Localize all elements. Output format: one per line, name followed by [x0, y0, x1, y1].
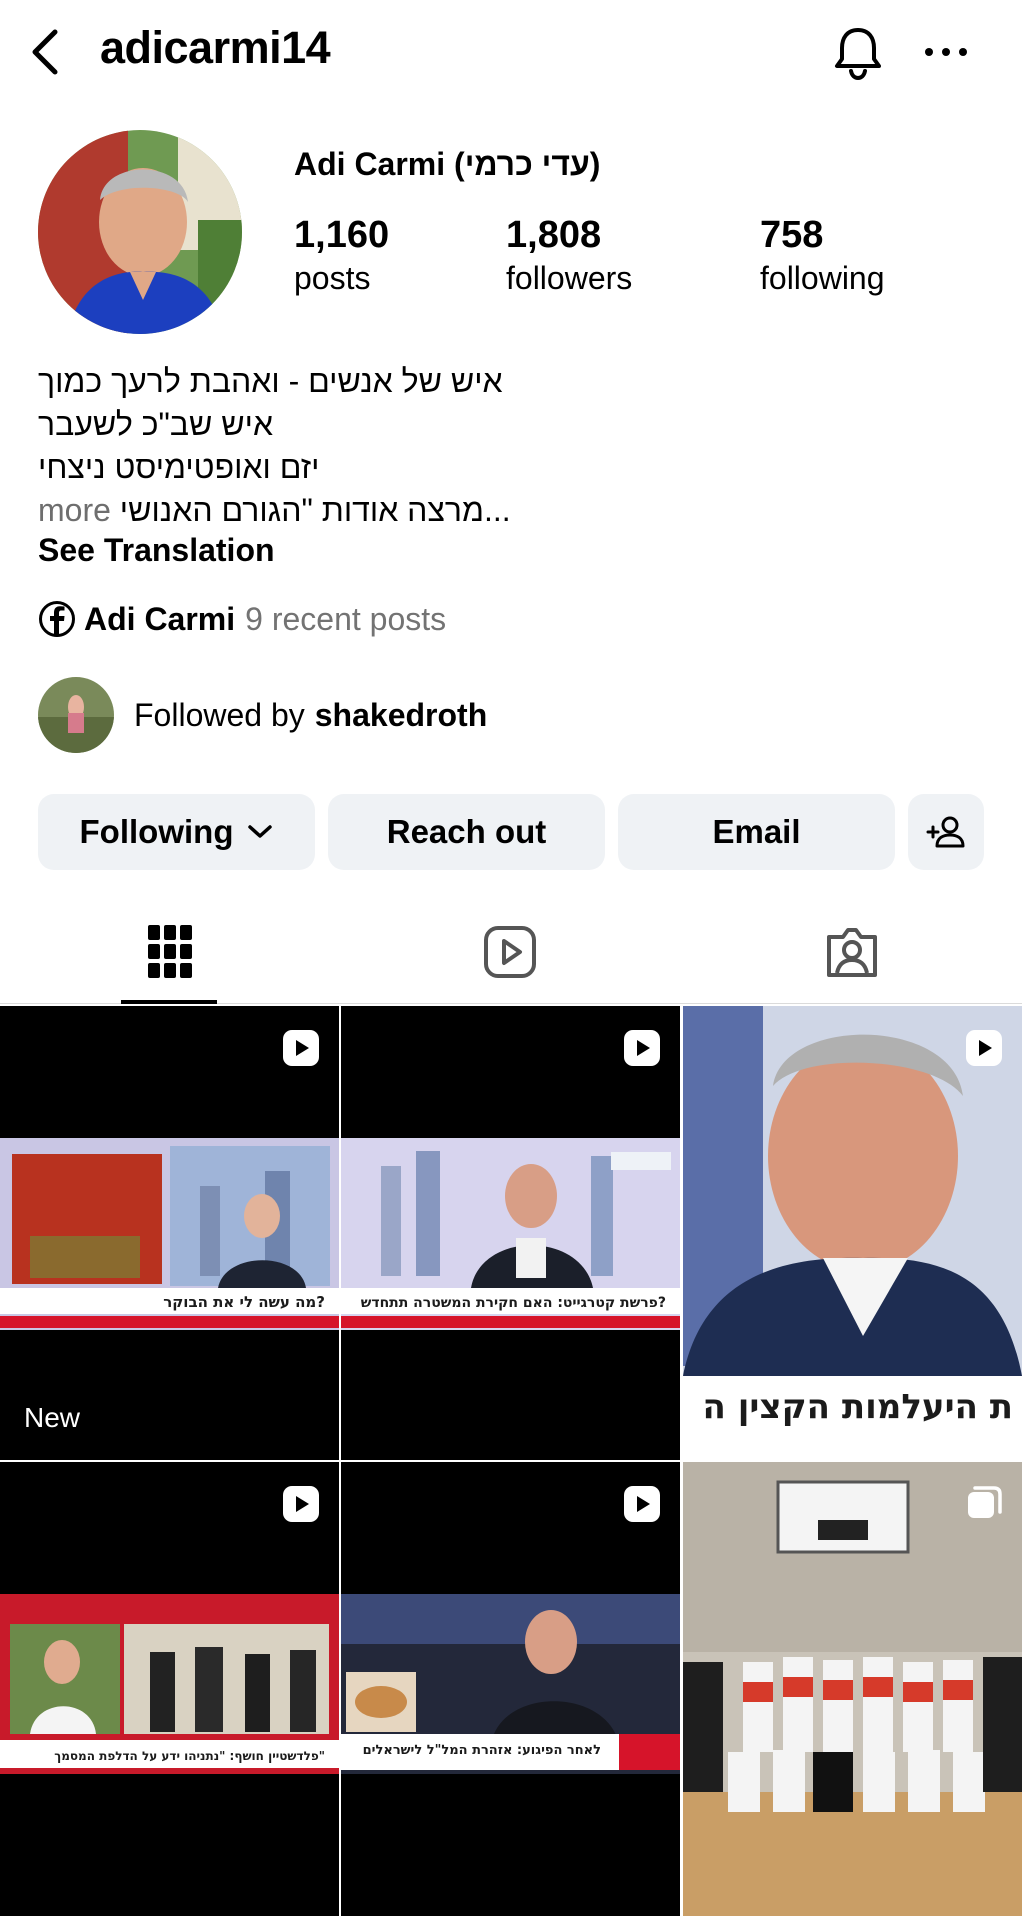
posts-label: posts	[294, 260, 371, 296]
bio-line: איש של אנשים - ואהבת לרעך כמוך	[38, 363, 503, 399]
following-stat[interactable]: 758 following	[760, 212, 885, 298]
post-thumbnail[interactable]: פרשת קטרגייט: האם חקירת המשטרה תתחדש?	[341, 1006, 680, 1460]
posts-count: 1,160	[294, 214, 390, 256]
reel-badge-icon	[624, 1030, 660, 1066]
grid-icon	[148, 925, 192, 978]
followers-count: 1,808	[506, 214, 602, 256]
post-caption: ת היעלמות הקצין ה	[703, 1387, 1013, 1427]
reel-badge-icon	[624, 1486, 660, 1522]
reach-out-button[interactable]: Reach out	[328, 794, 605, 870]
bio-line-last: more מרצה אודות "הגורם האנושי...	[38, 489, 598, 532]
post-image: ת היעלמות הקצין ה	[683, 1006, 1022, 1460]
profile-username: adicarmi14	[100, 22, 331, 73]
reel-badge-icon	[283, 1030, 319, 1066]
followed-by-prefix: Followed by	[134, 696, 305, 733]
post-thumbnail[interactable]	[683, 1462, 1022, 1916]
bio-line: איש שב"כ לשעבר	[38, 406, 274, 442]
posts-stat[interactable]: 1,160 posts	[294, 212, 389, 298]
back-button[interactable]	[24, 24, 64, 80]
reel-badge-icon	[283, 1486, 319, 1522]
facebook-recent-posts: 9 recent posts	[245, 600, 447, 637]
following-button-label: Following	[79, 813, 234, 850]
post-image: מה עשה לי את הבוקר?	[0, 1006, 339, 1460]
tab-tagged[interactable]	[682, 900, 1022, 1004]
profile-avatar[interactable]	[38, 130, 242, 334]
tab-reels[interactable]	[340, 900, 680, 1004]
followed-by-name: shakedroth	[314, 696, 488, 733]
post-caption: לאחר הפיגוע: אזהרת המל"ל לישראלים	[363, 1743, 601, 1758]
post-caption: מה עשה לי את הבוקר?	[163, 1293, 325, 1311]
reels-icon	[484, 926, 536, 978]
chevron-down-icon	[248, 825, 273, 838]
facebook-icon	[39, 601, 75, 637]
tagged-icon	[827, 928, 877, 977]
post-caption: פלדשטיין חושף: "נתניהו ידע על הדלפת המסמ…	[54, 1749, 325, 1763]
post-thumbnail[interactable]: לאחר הפיגוע: אזהרת המל"ל לישראלים	[341, 1462, 680, 1916]
profile-bio: איש של אנשים - ואהבת לרעך כמוך איש שב"כ …	[38, 360, 598, 532]
suggested-users-button[interactable]	[908, 794, 984, 870]
post-thumbnail[interactable]: מה עשה לי את הבוקר? New	[0, 1006, 339, 1460]
following-button[interactable]: Following	[38, 794, 315, 870]
post-thumbnail[interactable]: פלדשטיין חושף: "נתניהו ידע על הדלפת המסמ…	[0, 1462, 339, 1916]
facebook-name: Adi Carmi	[84, 600, 236, 637]
followed-by-row[interactable]: Followed by shakedroth	[38, 677, 487, 753]
more-options-button[interactable]	[918, 30, 974, 74]
post-thumbnail[interactable]: ת היעלמות הקצין ה	[683, 1006, 1022, 1460]
bio-line-text: מרצה אודות "הגורם האנושי...	[119, 492, 511, 528]
following-count: 758	[760, 214, 824, 256]
facebook-link[interactable]: Adi Carmi 9 recent posts	[38, 597, 446, 641]
reel-badge-icon	[966, 1030, 1002, 1066]
post-caption: פרשת קטרגייט: האם חקירת המשטרה תתחדש?	[361, 1295, 666, 1311]
add-user-icon	[926, 816, 965, 848]
carousel-badge-icon	[968, 1486, 1002, 1518]
bio-line: יזם ואופטימיסט ניצחי	[38, 449, 320, 485]
profile-tabs	[0, 900, 1022, 1004]
new-post-label: New	[24, 1402, 81, 1433]
bell-icon	[835, 28, 881, 81]
post-image: לאחר הפיגוע: אזהרת המל"ל לישראלים	[341, 1462, 680, 1916]
chevron-left-icon	[32, 29, 58, 75]
bio-more-link[interactable]: more	[38, 492, 111, 528]
email-button[interactable]: Email	[618, 794, 895, 870]
top-bar: adicarmi14	[0, 0, 1022, 104]
post-image	[683, 1462, 1022, 1916]
post-image: פלדשטיין חושף: "נתניהו ידע על הדלפת המסמ…	[0, 1462, 339, 1916]
active-tab-indicator	[121, 1000, 217, 1004]
tab-posts-grid[interactable]	[0, 900, 340, 1004]
following-label: following	[760, 260, 885, 296]
see-translation-link[interactable]: See Translation	[38, 532, 275, 569]
followers-label: followers	[506, 260, 633, 296]
follower-avatar	[38, 677, 114, 753]
more-horizontal-icon	[925, 48, 967, 56]
profile-full-name: Adi Carmi (עדי כרמי)	[294, 146, 601, 182]
followers-stat[interactable]: 1,808 followers	[506, 212, 632, 298]
post-image: פרשת קטרגייט: האם חקירת המשטרה תתחדש?	[341, 1006, 680, 1460]
notifications-button[interactable]	[828, 22, 888, 84]
